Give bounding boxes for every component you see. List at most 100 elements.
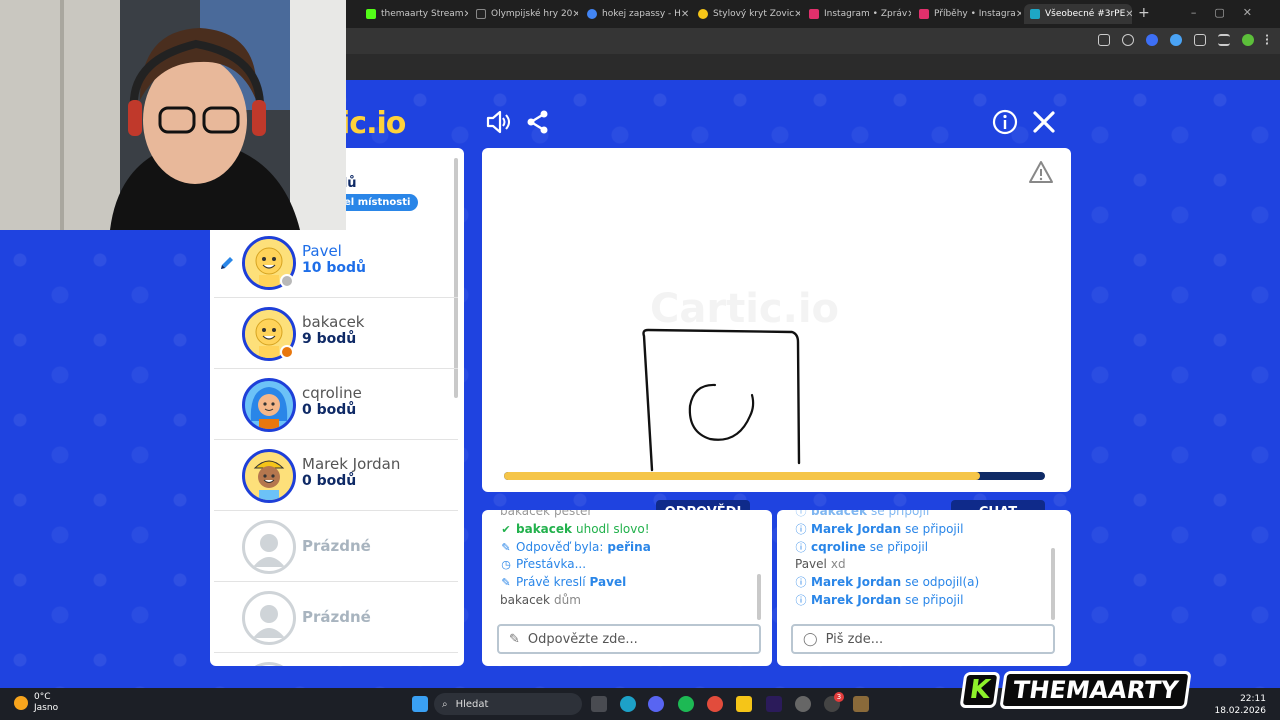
spotify-icon[interactable] [678,696,694,712]
tab-label: Příběhy • Instagra [934,9,1016,19]
player-points: 9 bodů [302,331,357,347]
list-item: ✎ Právě kreslí Pavel [500,574,760,592]
msg-user: Pavel [795,557,827,572]
tab-favicon [587,9,597,19]
msg-text: se připojil [905,592,964,607]
task-view-icon[interactable] [591,696,607,712]
empty-avatar [242,662,296,666]
empty-avatar [242,520,296,574]
clock[interactable]: 22:11 18.02.2026 [1214,693,1266,717]
list-item: ✎ Odpověď byla: peřina [500,539,760,557]
msg-text: dům [554,592,581,607]
room-badge[interactable]: el místnosti [336,194,419,211]
drawing-canvas[interactable]: Cartic.io [482,148,1071,492]
tab-favicon [476,9,486,19]
pencil-icon: ✎ [501,576,511,590]
chat-input[interactable]: ◯ Piš zde... [791,624,1055,654]
extension-icon[interactable] [1170,34,1182,46]
chrome-icon[interactable] [707,696,723,712]
premiere-icon[interactable] [766,696,782,712]
close-icon[interactable]: ✕ [464,9,468,20]
scrollbar[interactable] [757,574,761,620]
tab-label: themaarty Stream [381,9,464,19]
close-icon[interactable]: ✕ [907,9,911,20]
sound-icon[interactable] [484,108,512,136]
search-icon: ◯ [803,631,818,647]
star-icon[interactable] [1122,34,1134,46]
checkmark-icon: ✔ [501,522,511,536]
player-row: cqroline 0 bodů [214,370,458,440]
reading-list-icon[interactable] [1218,34,1230,46]
msg-user: Pavel [589,575,627,590]
taskbar-search[interactable]: ⌕ Hledat [434,693,582,715]
browser-tab[interactable]: Stylový kryt Zovic ✕ [692,4,800,24]
player-name: Marek Jordan [302,455,401,473]
close-icon[interactable]: ✕ [1125,9,1132,20]
edge-icon[interactable] [620,696,636,712]
app-icon[interactable] [853,696,869,712]
share-icon[interactable] [524,108,552,136]
browser-tab[interactable]: hokej zapassy - H ✕ [581,4,689,24]
start-icon[interactable] [412,696,428,712]
msg-text: se připojil [905,521,964,536]
tab-favicon [919,9,929,19]
install-icon[interactable] [1098,34,1110,46]
close-icon[interactable] [1030,108,1058,136]
msg-text: se odpojil(a) [905,575,980,590]
answer-input[interactable]: ✎ Odpovězte zde... [497,624,761,654]
weather-widget[interactable]: 0°C Jasno [14,692,58,714]
new-tab-button[interactable]: + [1138,5,1150,21]
webcam-image [0,0,346,230]
time: 22:11 [1240,694,1266,704]
msg-user: cqroline [811,539,866,554]
answers-list: bakacek pešter ✔ bakacek uhodl slovo! ✎ Odp… [500,510,760,610]
chat-panel: ⓘ bakacek se připojil ⓘ Marek Jordan se přip… [777,510,1071,666]
browser-tab[interactable]: themaarty Stream ✕ [360,4,468,24]
status-dot [280,345,294,359]
profile-icon[interactable] [1242,34,1254,46]
avatar-face [250,387,288,429]
msg-user: bakacek [516,521,572,536]
tab-label: Všeobecné #3rPE [1045,9,1126,19]
close-icon[interactable]: ✕ [681,9,689,20]
puzzle-icon[interactable] [1194,34,1206,46]
scrollbar[interactable] [1051,548,1055,620]
temperature: 0°C [34,692,51,702]
empty-label: Prázdné [302,608,371,626]
extension-icon[interactable] [1146,34,1158,46]
browser-tab[interactable]: Instagram • Zpráv✕ [803,4,911,24]
notification-badge: 3 [834,692,844,702]
info-icon: ⓘ [795,510,807,518]
tab-label: Stylový kryt Zovic [713,9,795,19]
player-name: Pavel [302,242,342,260]
browser-tab[interactable]: Olympijské hry 20 ✕ [470,4,578,24]
close-icon[interactable]: ✕ [1016,9,1021,20]
player-points: 0 bodů [302,473,357,489]
tab-label: hokej zapassy - H [602,9,681,19]
search-icon: ⌕ [442,698,448,710]
browser-tab[interactable]: Příběhy • Instagra ✕ [913,4,1021,24]
timer-fill [504,472,981,480]
close-icon[interactable]: ✕ [794,9,800,20]
window-controls[interactable]: –▢✕ [1191,6,1270,19]
msg-word: peřina [607,539,651,554]
close-icon[interactable]: ✕ [572,9,578,20]
tab-label: Olympijské hry 20 [491,9,573,19]
info-icon[interactable] [991,108,1019,136]
obs-icon[interactable] [795,696,811,712]
empty-slot [214,654,458,666]
player-points: 10 bodů [302,260,366,276]
discord-icon[interactable] [648,696,664,712]
player-points: 0 bodů [302,402,357,418]
list-item: bakacek pešter [500,510,760,521]
player-row: bakacek 9 bodů [214,299,458,369]
date: 18.02.2026 [1214,706,1266,716]
folder-icon[interactable] [736,696,752,712]
list-item: ⓘ Marek Jordan se připojil [795,521,1055,539]
menu-icon[interactable] [1266,34,1270,46]
msg-user: bakacek [811,510,867,518]
chat-list: ⓘ bakacek se připojil ⓘ Marek Jordan se přip… [795,510,1055,610]
player-name: cqroline [302,384,362,402]
browser-tab-active[interactable]: Všeobecné #3rPE ✕ [1024,4,1132,24]
answers-panel: bakacek pešter ✔ bakacek uhodl slovo! ✎ Odp… [482,510,772,666]
